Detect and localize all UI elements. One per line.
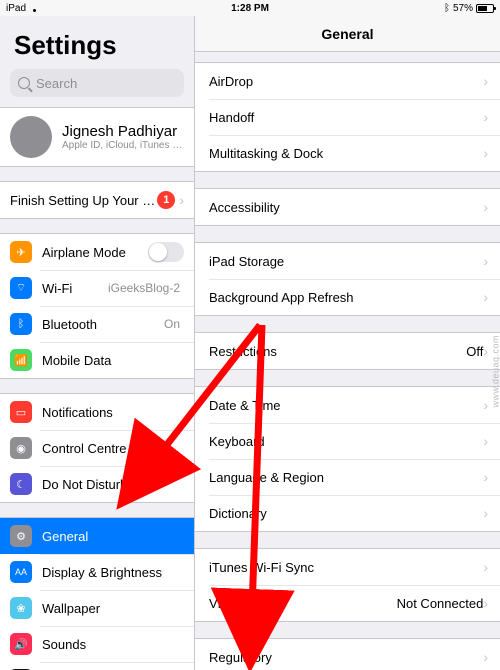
battery-percent: 57%	[453, 3, 473, 14]
chevron-right-icon: ›	[179, 192, 184, 208]
cellular-icon: 📶	[10, 349, 32, 371]
sidebar-item-dnd[interactable]: ☾ Do Not Disturb	[0, 466, 194, 502]
airplane-icon: ✈	[10, 241, 32, 263]
airplane-toggle[interactable]	[148, 242, 184, 262]
statusbar-time: 1:28 PM	[169, 3, 332, 14]
row-restrictions[interactable]: RestrictionsOff›	[195, 333, 500, 369]
wifi-signal-icon	[30, 4, 40, 12]
notifications-icon: ▭	[10, 401, 32, 423]
sidebar-item-mobile-data[interactable]: 📶 Mobile Data	[0, 342, 194, 378]
search-placeholder: Search	[36, 76, 77, 91]
sidebar-item-siri[interactable]: ◯ Siri & Search	[0, 662, 194, 670]
wifi-value: iGeeksBlog-2	[108, 281, 180, 295]
sidebar-item-wallpaper[interactable]: ❀ Wallpaper	[0, 590, 194, 626]
finish-setup-label: Finish Setting Up Your iPad	[10, 193, 157, 208]
wifi-icon: ⌔	[10, 277, 32, 299]
watermark: www.deuaq.com	[491, 335, 500, 408]
chevron-right-icon: ›	[483, 343, 488, 359]
row-language-region[interactable]: Language & Region›	[195, 459, 500, 495]
row-accessibility[interactable]: Accessibility›	[195, 189, 500, 225]
chevron-right-icon: ›	[483, 505, 488, 521]
sidebar-item-wifi[interactable]: ⌔ Wi-Fi iGeeksBlog-2	[0, 270, 194, 306]
finish-setup-row[interactable]: Finish Setting Up Your iPad 1 ›	[0, 182, 194, 218]
chevron-right-icon: ›	[483, 145, 488, 161]
sidebar-item-control-centre[interactable]: ◉ Control Centre	[0, 430, 194, 466]
chevron-right-icon: ›	[483, 559, 488, 575]
sidebar-item-notifications[interactable]: ▭ Notifications	[0, 394, 194, 430]
apple-id-row[interactable]: Jignesh Padhiyar Apple ID, iCloud, iTune…	[0, 108, 194, 166]
profile-name: Jignesh Padhiyar	[62, 123, 184, 140]
row-keyboard[interactable]: Keyboard›	[195, 423, 500, 459]
sidebar-item-general[interactable]: ⚙ General	[0, 518, 194, 554]
chevron-right-icon: ›	[483, 73, 488, 89]
row-airdrop[interactable]: AirDrop›	[195, 63, 500, 99]
row-dictionary[interactable]: Dictionary›	[195, 495, 500, 531]
sidebar-item-display[interactable]: AA Display & Brightness	[0, 554, 194, 590]
search-icon	[18, 77, 30, 89]
row-multitasking[interactable]: Multitasking & Dock›	[195, 135, 500, 171]
dnd-icon: ☾	[10, 473, 32, 495]
statusbar-carrier: iPad	[6, 3, 26, 14]
row-ipad-storage[interactable]: iPad Storage›	[195, 243, 500, 279]
detail-title: General	[195, 16, 500, 52]
sidebar-item-bluetooth[interactable]: ᛒ Bluetooth On	[0, 306, 194, 342]
chevron-right-icon: ›	[483, 397, 488, 413]
control-centre-icon: ◉	[10, 437, 32, 459]
chevron-right-icon: ›	[483, 109, 488, 125]
bluetooth-icon: ᛒ	[10, 313, 32, 335]
row-vpn[interactable]: VPNNot Connected›	[195, 585, 500, 621]
chevron-right-icon: ›	[483, 433, 488, 449]
gear-icon: ⚙	[10, 525, 32, 547]
chevron-right-icon: ›	[483, 649, 488, 665]
row-regulatory[interactable]: Regulatory›	[195, 639, 500, 670]
profile-subtitle: Apple ID, iCloud, iTunes & App St...	[62, 140, 184, 151]
row-date-time[interactable]: Date & Time›	[195, 387, 500, 423]
sidebar-item-airplane[interactable]: ✈ Airplane Mode	[0, 234, 194, 270]
wallpaper-icon: ❀	[10, 597, 32, 619]
sounds-icon: 🔊	[10, 633, 32, 655]
sidebar-item-sounds[interactable]: 🔊 Sounds	[0, 626, 194, 662]
bluetooth-status-icon: ᛒ	[444, 3, 450, 14]
chevron-right-icon: ›	[483, 469, 488, 485]
display-icon: AA	[10, 561, 32, 583]
chevron-right-icon: ›	[483, 253, 488, 269]
row-handoff[interactable]: Handoff›	[195, 99, 500, 135]
restrictions-value: Off	[466, 344, 483, 359]
avatar	[10, 116, 52, 158]
search-input[interactable]: Search	[10, 69, 184, 97]
chevron-right-icon: ›	[483, 289, 488, 305]
chevron-right-icon: ›	[483, 199, 488, 215]
settings-title: Settings	[0, 16, 194, 69]
battery-icon	[476, 4, 494, 13]
row-bg-refresh[interactable]: Background App Refresh›	[195, 279, 500, 315]
vpn-value: Not Connected	[397, 596, 484, 611]
row-itunes-wifi-sync[interactable]: iTunes Wi-Fi Sync›	[195, 549, 500, 585]
badge-count: 1	[157, 191, 175, 209]
bluetooth-value: On	[164, 317, 180, 331]
chevron-right-icon: ›	[483, 595, 488, 611]
